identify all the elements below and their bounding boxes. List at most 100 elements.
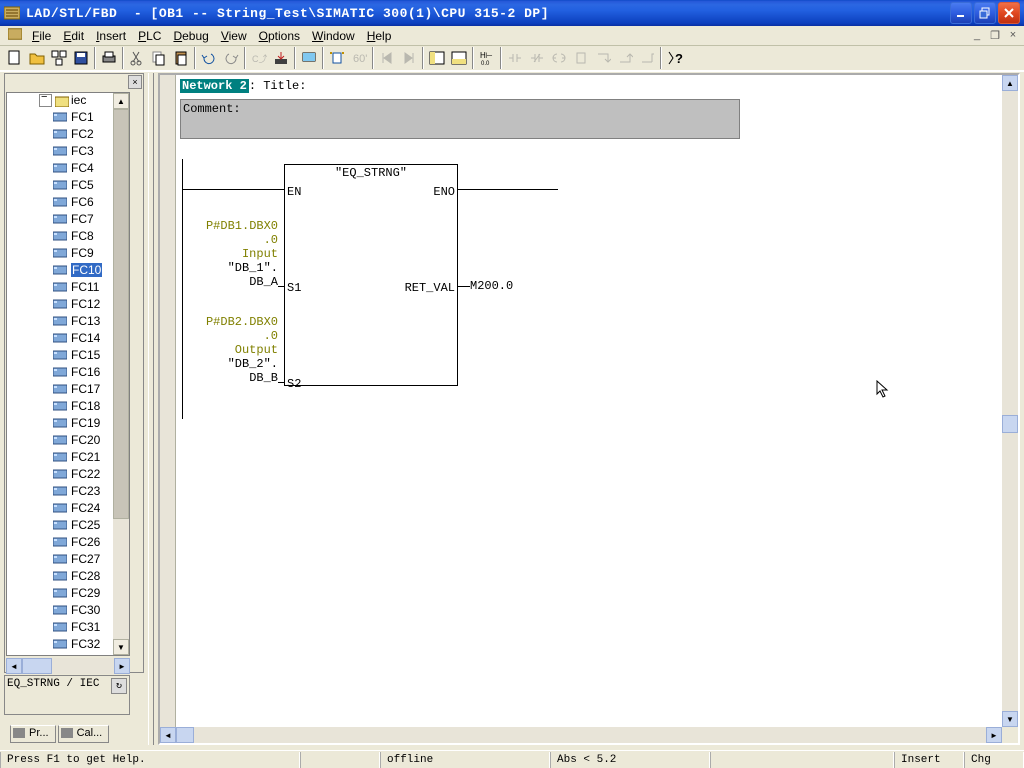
tree-item-fc6[interactable]: FC6 [7, 194, 129, 211]
go-point-icon[interactable] [398, 47, 420, 69]
tree-folder-iec[interactable]: iec [7, 93, 129, 109]
tree-item-fc14[interactable]: FC14 [7, 330, 129, 347]
tree-item-fc13[interactable]: FC13 [7, 313, 129, 330]
tree-item-fc18[interactable]: FC18 [7, 398, 129, 415]
param-s2[interactable]: P#DB2.DBX0 .0 Output "DB_2". DB_B [180, 315, 278, 385]
editor-scroll-right-icon[interactable]: ► [986, 727, 1002, 743]
menu-view[interactable]: View [215, 27, 253, 45]
branch-up-icon[interactable] [614, 47, 636, 69]
tree-item-fc10[interactable]: FC10 [7, 262, 129, 279]
open-icon[interactable] [26, 47, 48, 69]
tree-vscrollbar[interactable]: ▲ ▼ [113, 93, 129, 655]
tree-item-fc8[interactable]: FC8 [7, 228, 129, 245]
menu-debug[interactable]: Debug [167, 27, 214, 45]
menu-plc[interactable]: PLC [132, 27, 167, 45]
tree-item-fc11[interactable]: FC11 [7, 279, 129, 296]
tree-scroll-right-icon[interactable]: ► [114, 658, 130, 674]
menu-insert[interactable]: Insert [90, 27, 132, 45]
menu-help[interactable]: Help [361, 27, 398, 45]
tree-hscroll-thumb[interactable] [22, 658, 52, 674]
minimize-button[interactable] [950, 2, 972, 24]
tab-call[interactable]: Cal... [58, 725, 110, 743]
scroll-up-icon[interactable]: ▲ [113, 93, 129, 109]
tree-item-fc24[interactable]: FC24 [7, 500, 129, 517]
tree-item-fc20[interactable]: FC20 [7, 432, 129, 449]
tree-item-fc32[interactable]: FC32 [7, 636, 129, 653]
copy-icon[interactable] [148, 47, 170, 69]
tree-item-fc2[interactable]: FC2 [7, 126, 129, 143]
tree-item-fc7[interactable]: FC7 [7, 211, 129, 228]
param-s1[interactable]: P#DB1.DBX0 .0 Input "DB_1". DB_A [180, 219, 278, 289]
tree-item-fc25[interactable]: FC25 [7, 517, 129, 534]
menu-window[interactable]: Window [306, 27, 361, 45]
box-icon[interactable] [570, 47, 592, 69]
menu-file[interactable]: File [26, 27, 57, 45]
tree-item-fc15[interactable]: FC15 [7, 347, 129, 364]
tab-program[interactable]: Pr... [10, 725, 56, 743]
editor-hthumb[interactable] [176, 727, 194, 743]
new-icon[interactable] [4, 47, 26, 69]
no-contact-icon[interactable] [504, 47, 526, 69]
tree-item-fc26[interactable]: FC26 [7, 534, 129, 551]
tree-item-fc3[interactable]: FC3 [7, 143, 129, 160]
print-icon[interactable] [98, 47, 120, 69]
tree-item-fc1[interactable]: FC1 [7, 109, 129, 126]
save-icon[interactable] [70, 47, 92, 69]
help-icon[interactable]: ? [664, 47, 686, 69]
block-tree[interactable]: iec FC1FC2FC3FC4FC5FC6FC7FC8FC9FC10FC11F… [6, 92, 130, 656]
info-refresh-button[interactable]: ↻ [111, 678, 127, 694]
close-button[interactable] [998, 2, 1020, 24]
go-start-icon[interactable] [376, 47, 398, 69]
mdi-minimize-button[interactable]: _ [968, 27, 986, 43]
tree-item-fc4[interactable]: FC4 [7, 160, 129, 177]
editor-canvas[interactable]: Network 2: Title: Comment: "EQ_STRNG" EN… [176, 75, 1002, 727]
glasses-icon[interactable]: 60' [348, 47, 370, 69]
monitor-icon[interactable] [298, 47, 320, 69]
tree-item-fc5[interactable]: FC5 [7, 177, 129, 194]
mdi-close-button[interactable]: × [1004, 27, 1022, 43]
comment-box[interactable]: Comment: [180, 99, 740, 139]
menu-edit[interactable]: Edit [57, 27, 90, 45]
tree-item-fc33[interactable]: FC33 [7, 653, 129, 656]
branch-down-icon[interactable] [592, 47, 614, 69]
tree-scroll-left-icon[interactable]: ◄ [6, 658, 22, 674]
panel-close-button[interactable]: × [128, 75, 142, 89]
download-icon[interactable] [270, 47, 292, 69]
paste-icon[interactable] [170, 47, 192, 69]
tree-item-fc17[interactable]: FC17 [7, 381, 129, 398]
tree-item-fc22[interactable]: FC22 [7, 466, 129, 483]
editor-scroll-down-icon[interactable]: ▼ [1002, 711, 1018, 727]
redo-icon[interactable] [220, 47, 242, 69]
tree-item-fc9[interactable]: FC9 [7, 245, 129, 262]
scroll-thumb[interactable] [113, 109, 129, 519]
editor-vscrollbar[interactable]: ▲ ▼ [1002, 75, 1018, 727]
network-label[interactable]: Network 2 [180, 79, 249, 93]
block-icon[interactable] [326, 47, 348, 69]
restore-button[interactable] [974, 2, 996, 24]
editor-vthumb[interactable] [1002, 415, 1018, 433]
overview-icon[interactable] [48, 47, 70, 69]
tree-item-fc30[interactable]: FC30 [7, 602, 129, 619]
tree-item-fc21[interactable]: FC21 [7, 449, 129, 466]
tree-item-fc28[interactable]: FC28 [7, 568, 129, 585]
function-block[interactable]: "EQ_STRNG" EN ENO S1 RET_VAL S2 [284, 164, 458, 386]
menu-options[interactable]: Options [253, 27, 306, 45]
editor-scroll-left-icon[interactable]: ◄ [160, 727, 176, 743]
symbol-icon[interactable]: H⊢0.0 [476, 47, 498, 69]
tree-item-fc31[interactable]: FC31 [7, 619, 129, 636]
tree-item-fc27[interactable]: FC27 [7, 551, 129, 568]
editor-hscrollbar[interactable]: ◄ ► [160, 727, 1002, 743]
undo-icon[interactable] [198, 47, 220, 69]
coil-icon[interactable] [548, 47, 570, 69]
connect-icon[interactable] [636, 47, 658, 69]
splitter[interactable] [148, 73, 154, 745]
mdi-restore-button[interactable]: ❐ [986, 27, 1004, 43]
editor-scroll-up-icon[interactable]: ▲ [1002, 75, 1018, 91]
tree-item-fc29[interactable]: FC29 [7, 585, 129, 602]
tree-item-fc12[interactable]: FC12 [7, 296, 129, 313]
tree-item-fc19[interactable]: FC19 [7, 415, 129, 432]
nc-contact-icon[interactable] [526, 47, 548, 69]
view-layout1-icon[interactable] [426, 47, 448, 69]
reference-icon[interactable]: C⤴ [248, 47, 270, 69]
tree-item-fc16[interactable]: FC16 [7, 364, 129, 381]
